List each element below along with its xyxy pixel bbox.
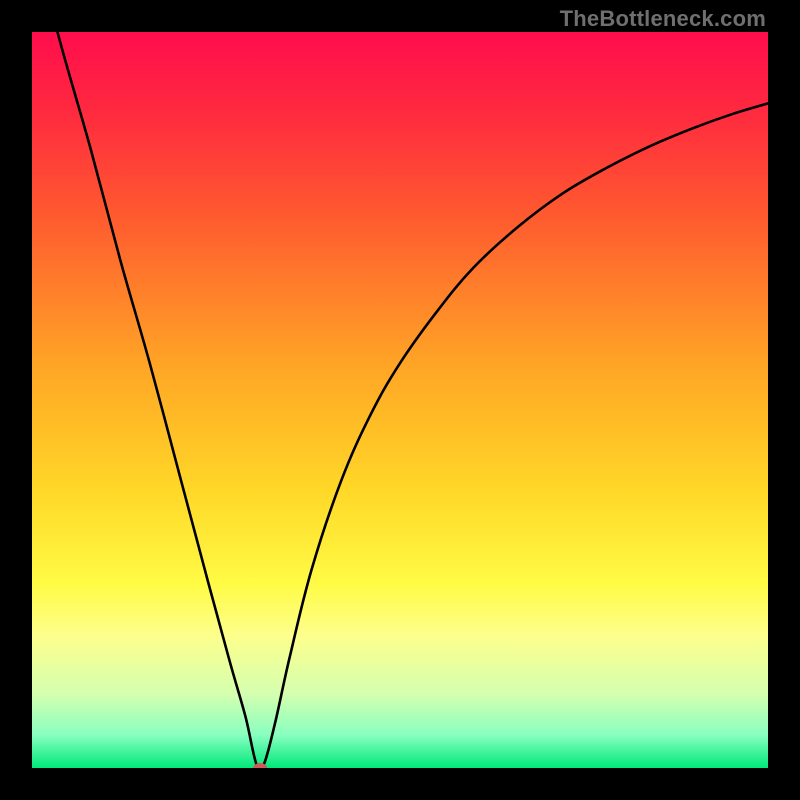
chart-frame: TheBottleneck.com — [0, 0, 800, 800]
plot-area — [32, 32, 768, 768]
bottleneck-curve — [32, 32, 768, 768]
watermark-text: TheBottleneck.com — [560, 6, 766, 32]
